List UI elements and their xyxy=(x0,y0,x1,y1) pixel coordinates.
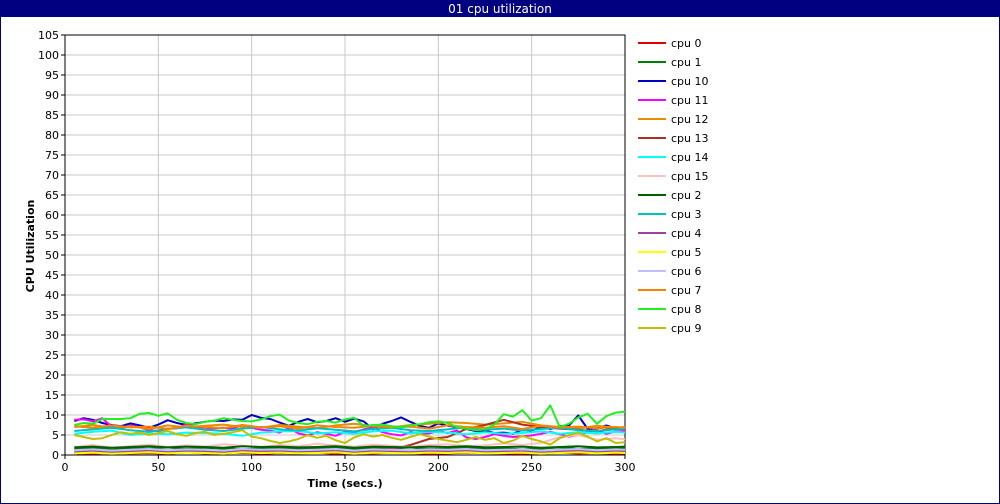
legend-label: cpu 9 xyxy=(671,322,702,335)
legend-item: cpu 13 xyxy=(638,132,709,145)
y-tick-label: 45 xyxy=(45,269,59,282)
y-tick-label: 80 xyxy=(45,129,59,142)
y-tick-label: 95 xyxy=(45,69,59,82)
legend-label: cpu 6 xyxy=(671,265,702,278)
y-tick-label: 55 xyxy=(45,229,59,242)
y-tick-label: 50 xyxy=(45,249,59,262)
legend-label: cpu 5 xyxy=(671,246,702,259)
legend-label: cpu 8 xyxy=(671,303,702,316)
x-tick-label: 0 xyxy=(62,461,69,474)
y-tick-label: 85 xyxy=(45,109,59,122)
legend-label: cpu 11 xyxy=(671,94,709,107)
legend-item: cpu 0 xyxy=(638,37,702,50)
legend-label: cpu 3 xyxy=(671,208,702,221)
y-tick-label: 75 xyxy=(45,149,59,162)
legend-label: cpu 12 xyxy=(671,113,709,126)
y-tick-label: 5 xyxy=(52,429,59,442)
x-tick-label: 50 xyxy=(151,461,165,474)
y-tick-label: 65 xyxy=(45,189,59,202)
y-tick-label: 20 xyxy=(45,369,59,382)
legend-item: cpu 3 xyxy=(638,208,702,221)
legend-item: cpu 1 xyxy=(638,56,702,69)
legend-item: cpu 11 xyxy=(638,94,709,107)
legend-label: cpu 0 xyxy=(671,37,702,50)
legend-label: cpu 15 xyxy=(671,170,709,183)
legend-item: cpu 2 xyxy=(638,189,702,202)
x-tick-label: 250 xyxy=(521,461,542,474)
legend-label: cpu 1 xyxy=(671,56,702,69)
legend-item: cpu 14 xyxy=(638,151,709,164)
legend-item: cpu 4 xyxy=(638,227,702,240)
legend-label: cpu 7 xyxy=(671,284,702,297)
legend-item: cpu 5 xyxy=(638,246,702,259)
y-tick-label: 105 xyxy=(38,29,59,42)
legend: cpu 0 cpu 1 cpu 10 cpu 11 cpu 12 cpu 13 cpu 14… xyxy=(638,37,709,335)
y-tick-label: 40 xyxy=(45,289,59,302)
y-tick-label: 25 xyxy=(45,349,59,362)
legend-label: cpu 13 xyxy=(671,132,709,145)
legend-item: cpu 9 xyxy=(638,322,702,335)
legend-label: cpu 10 xyxy=(671,75,709,88)
y-tick-label: 30 xyxy=(45,329,59,342)
legend-item: cpu 15 xyxy=(638,170,709,183)
y-tick-label: 10 xyxy=(45,409,59,422)
x-tick-label: 150 xyxy=(335,461,356,474)
legend-label: cpu 4 xyxy=(671,227,702,240)
y-tick-label: 15 xyxy=(45,389,59,402)
y-tick-label: 0 xyxy=(52,449,59,462)
y-tick-label: 70 xyxy=(45,169,59,182)
y-tick-label: 90 xyxy=(45,89,59,102)
legend-item: cpu 12 xyxy=(638,113,709,126)
cpu-utilization-chart: 0 5 10 15 20 25 30 35 40 45 50 55 60 65 70 75 80 85 90 95 10… xyxy=(24,29,709,490)
y-tick-label: 35 xyxy=(45,309,59,322)
x-tick-label: 100 xyxy=(241,461,262,474)
y-tick-label: 60 xyxy=(45,209,59,222)
grid xyxy=(64,34,626,456)
legend-item: cpu 8 xyxy=(638,303,702,316)
x-axis-title: Time (secs.) xyxy=(307,477,382,490)
legend-item: cpu 10 xyxy=(638,75,709,88)
x-tick-label: 200 xyxy=(428,461,449,474)
legend-item: cpu 6 xyxy=(638,265,702,278)
legend-label: cpu 2 xyxy=(671,189,702,202)
legend-label: cpu 14 xyxy=(671,151,709,164)
legend-item: cpu 7 xyxy=(638,284,702,297)
y-tick-label: 100 xyxy=(38,49,59,62)
y-axis-title: CPU Utilization xyxy=(24,200,37,293)
x-tick-label: 300 xyxy=(615,461,636,474)
